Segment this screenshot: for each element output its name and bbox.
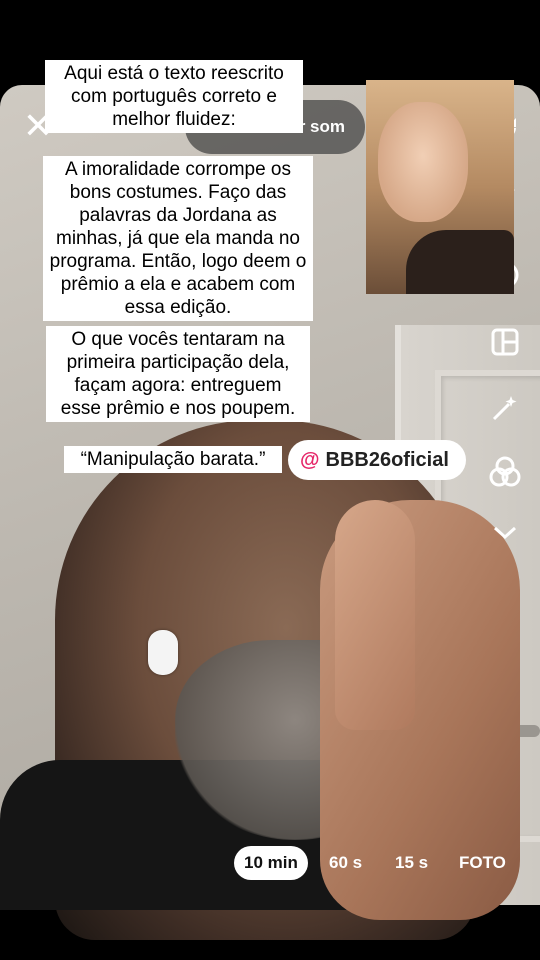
capture-mode-bar: 10 min 60 s 15 s FOTO: [0, 846, 540, 880]
caption-paragraph-2: O que vocês tentaram na primeira partici…: [46, 326, 310, 422]
beauty-icon[interactable]: [485, 388, 525, 428]
caption-paragraph-1: A imoralidade corrompe os bons costumes.…: [43, 156, 313, 321]
mode-photo[interactable]: FOTO: [459, 846, 506, 880]
filters-icon[interactable]: [485, 452, 525, 492]
mention-tag[interactable]: @ BBB26oficial: [288, 440, 466, 480]
inset-photo: [366, 80, 514, 294]
mode-10min[interactable]: 10 min: [234, 846, 308, 880]
mode-60s[interactable]: 60 s: [329, 846, 362, 880]
chevron-down-icon[interactable]: [485, 512, 525, 552]
raised-finger: [335, 500, 415, 730]
caption-quote: “Manipulação barata.”: [64, 446, 282, 473]
mention-handle: BBB26oficial: [325, 448, 449, 471]
caption-intro: Aqui está o texto reescrito com portuguê…: [45, 60, 303, 133]
mention-at-symbol: @: [300, 448, 320, 471]
inset-face: [378, 102, 468, 222]
layout-icon[interactable]: [485, 322, 525, 362]
mode-15s[interactable]: 15 s: [395, 846, 428, 880]
earbud: [148, 630, 178, 675]
inset-clothing: [406, 230, 514, 294]
